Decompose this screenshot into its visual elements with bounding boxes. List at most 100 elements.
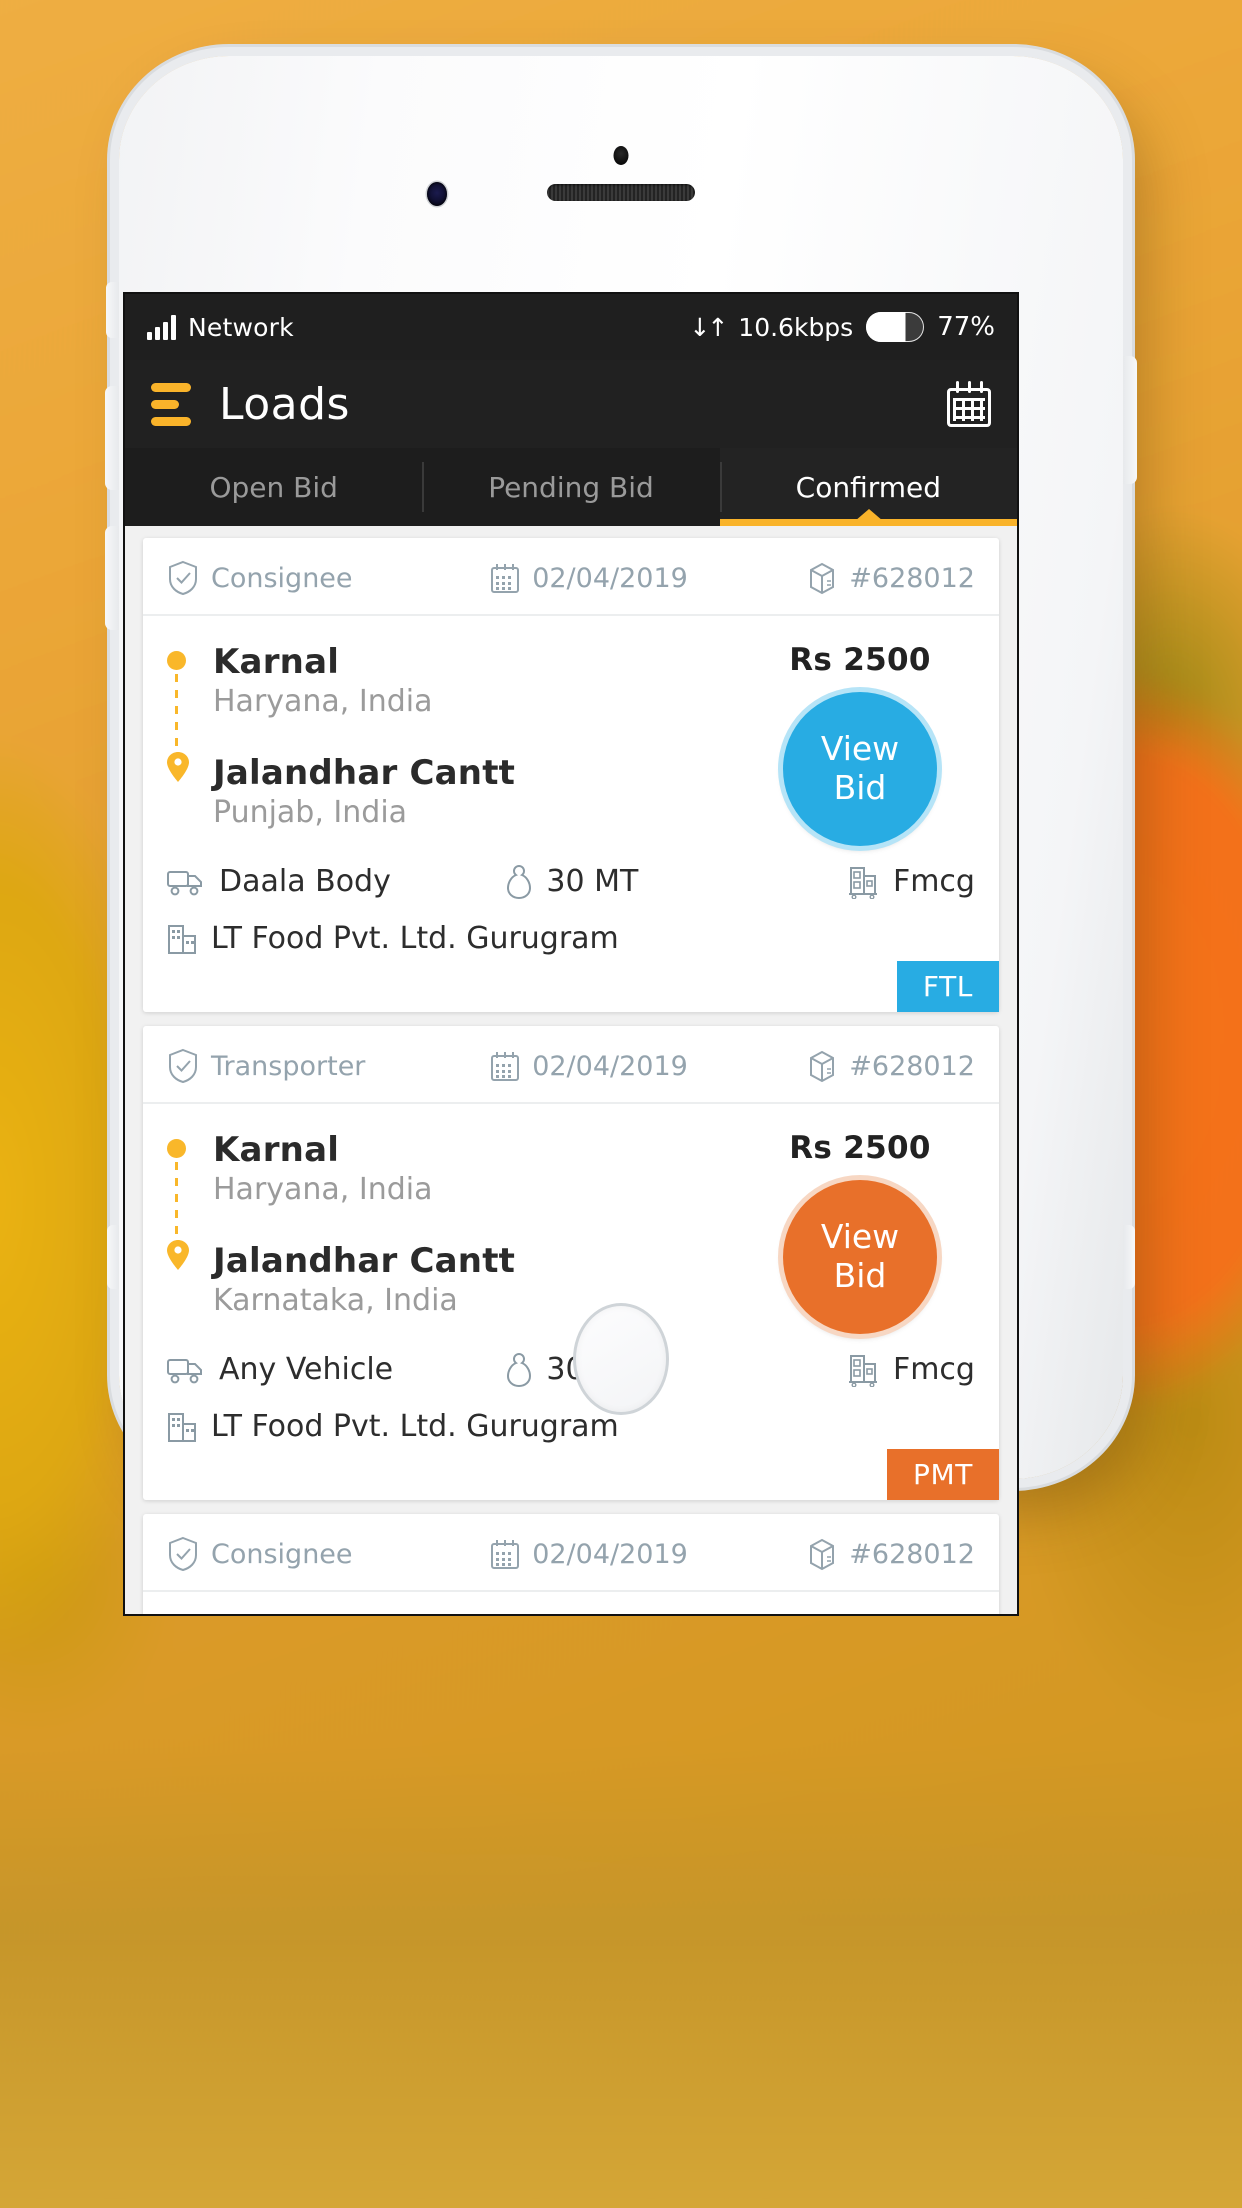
view-bid-button[interactable]: View Bid: [783, 692, 937, 846]
bid-price: Rs 2500: [789, 642, 931, 678]
load-card-list[interactable]: Consignee 02/04/2019 #628012 Karnal Hary…: [125, 526, 1017, 1614]
shield-check-icon: [167, 560, 199, 596]
destination-city: Jalandhar Cantt: [213, 1241, 516, 1281]
proximity-sensor: [613, 146, 629, 165]
status-badge: PMT: [887, 1449, 999, 1500]
home-button[interactable]: [573, 1303, 669, 1415]
tab-open-bid[interactable]: Open Bid: [125, 448, 422, 526]
calendar-icon: [490, 1050, 520, 1082]
status-bar: Network ↓↑ 10.6kbps 77%: [125, 294, 1017, 360]
card-header: Consignee 02/04/2019 #628012: [143, 538, 999, 616]
earpiece-speaker: [547, 184, 695, 201]
calendar-icon: [490, 562, 520, 594]
card-body: Karnal Haryana, India Jalandhar Cantt Ka…: [143, 1104, 999, 1348]
view-bid-label-line1: View: [820, 1217, 900, 1257]
destination-region: Punjab, India: [213, 795, 408, 830]
weight-icon: [506, 1352, 532, 1387]
view-bid-label-line2: Bid: [833, 768, 887, 807]
price-block: Rs 2500 View Bid: [745, 1130, 975, 1334]
card-body: Karnal Haryana, India Rs 95000 View Bid: [143, 1592, 999, 1614]
card-header: Transporter 02/04/2019 #628012: [143, 1026, 999, 1104]
package-box-icon: [807, 1537, 837, 1571]
calendar-icon: [490, 1538, 520, 1570]
tab-pending-bid[interactable]: Pending Bid: [422, 448, 719, 526]
origin-city: Karnal: [213, 1130, 340, 1170]
right-antenna-band: [1123, 1225, 1135, 1289]
volume-down-button[interactable]: [105, 526, 119, 630]
hamburger-menu-icon[interactable]: [151, 382, 191, 426]
goods-type-label: Fmcg: [892, 1352, 975, 1387]
goods-icon: [847, 1353, 879, 1387]
status-badge: FTL: [896, 961, 999, 1012]
card-header: Consignee 02/04/2019 #628012: [143, 1514, 999, 1592]
route-dashed-line: [175, 1162, 178, 1246]
origin-stop: Karnal Haryana, India: [213, 642, 745, 719]
pickup-date-label: 02/04/2019: [532, 562, 688, 594]
truck-icon: [167, 1355, 205, 1385]
shipper-row: LT Food Pvt. Ltd. Gurugram: [143, 899, 999, 956]
price-block: Rs 2500 View Bid: [745, 642, 975, 846]
volume-up-button[interactable]: [105, 386, 119, 490]
card-body: Karnal Haryana, India Jalandhar Cantt Pu…: [143, 616, 999, 860]
front-camera: [427, 182, 447, 206]
destination-stop: Jalandhar Cantt Punjab, India: [213, 753, 745, 830]
map-pin-icon: [167, 1240, 189, 1270]
load-id-label: #628012: [849, 1538, 975, 1570]
load-card[interactable]: Transporter 02/04/2019 #628012 Karnal Ha…: [143, 1026, 999, 1500]
tab-label: Open Bid: [209, 470, 338, 504]
destination-city: Jalandhar Cantt: [213, 753, 516, 793]
origin-dot-icon: [167, 651, 186, 670]
load-id-label: #628012: [849, 1050, 975, 1082]
data-rate-label: 10.6kbps: [738, 312, 854, 342]
goods-type-label: Fmcg: [892, 864, 975, 899]
load-id-label: #628012: [849, 562, 975, 594]
weight-label: 30 MT: [546, 864, 639, 899]
weight-icon: [506, 864, 532, 899]
battery-icon: [866, 312, 925, 342]
route-block: Karnal Haryana, India Jalandhar Cantt Pu…: [167, 642, 745, 846]
left-antenna-band: [107, 1225, 119, 1289]
bid-price: Rs 2500: [789, 1130, 931, 1166]
origin-stop: Karnal Haryana, India: [213, 1130, 745, 1207]
shipper-row: LT Food Pvt. Ltd. Gurugram: [143, 1387, 999, 1444]
shipper-name-label: LT Food Pvt. Ltd. Gurugram: [211, 921, 619, 956]
party-type-label: Consignee: [211, 1538, 353, 1570]
tab-bar: Open Bid Pending Bid Confirmed: [125, 448, 1017, 526]
tab-label: Confirmed: [795, 470, 941, 504]
truck-icon: [167, 867, 205, 897]
network-label: Network: [188, 312, 294, 342]
origin-region: Haryana, India: [213, 1172, 433, 1207]
pickup-date-label: 02/04/2019: [532, 1050, 688, 1082]
party-type-label: Transporter: [211, 1050, 366, 1082]
data-transfer-icon: ↓↑: [689, 312, 728, 342]
page-title: Loads: [219, 378, 350, 430]
view-bid-button[interactable]: View Bid: [783, 1180, 937, 1334]
pickup-date-label: 02/04/2019: [532, 1538, 688, 1570]
destination-region: Karnataka, India: [213, 1283, 458, 1318]
app-bar: Loads: [125, 360, 1017, 448]
shield-check-icon: [167, 1536, 199, 1572]
active-tab-indicator-arrow: [854, 509, 883, 521]
building-icon: [167, 1411, 197, 1443]
package-box-icon: [807, 561, 837, 595]
view-bid-label-line1: View: [820, 729, 900, 769]
power-button[interactable]: [1123, 356, 1137, 484]
package-box-icon: [807, 1049, 837, 1083]
load-card[interactable]: Consignee 02/04/2019 #628012: [143, 1514, 999, 1614]
destination-stop: Jalandhar Cantt Karnataka, India: [213, 1241, 745, 1318]
building-icon: [167, 923, 197, 955]
goods-icon: [847, 865, 879, 899]
shield-check-icon: [167, 1048, 199, 1084]
shipper-name-label: LT Food Pvt. Ltd. Gurugram: [211, 1409, 619, 1444]
party-type-label: Consignee: [211, 562, 353, 594]
calendar-icon[interactable]: [947, 381, 991, 427]
phone-device-frame: Network ↓↑ 10.6kbps 77% Loads Open Bid P…: [105, 56, 1137, 1614]
load-card[interactable]: Consignee 02/04/2019 #628012: [143, 538, 999, 1012]
phone-screen: Network ↓↑ 10.6kbps 77% Loads Open Bid P…: [125, 294, 1017, 1614]
vehicle-type-label: Daala Body: [219, 864, 391, 899]
tab-label: Pending Bid: [488, 470, 654, 504]
vehicle-type-label: Any Vehicle: [219, 1352, 394, 1387]
origin-region: Haryana, India: [213, 684, 433, 719]
signal-bars-icon: [147, 314, 176, 340]
mute-switch[interactable]: [106, 282, 119, 338]
